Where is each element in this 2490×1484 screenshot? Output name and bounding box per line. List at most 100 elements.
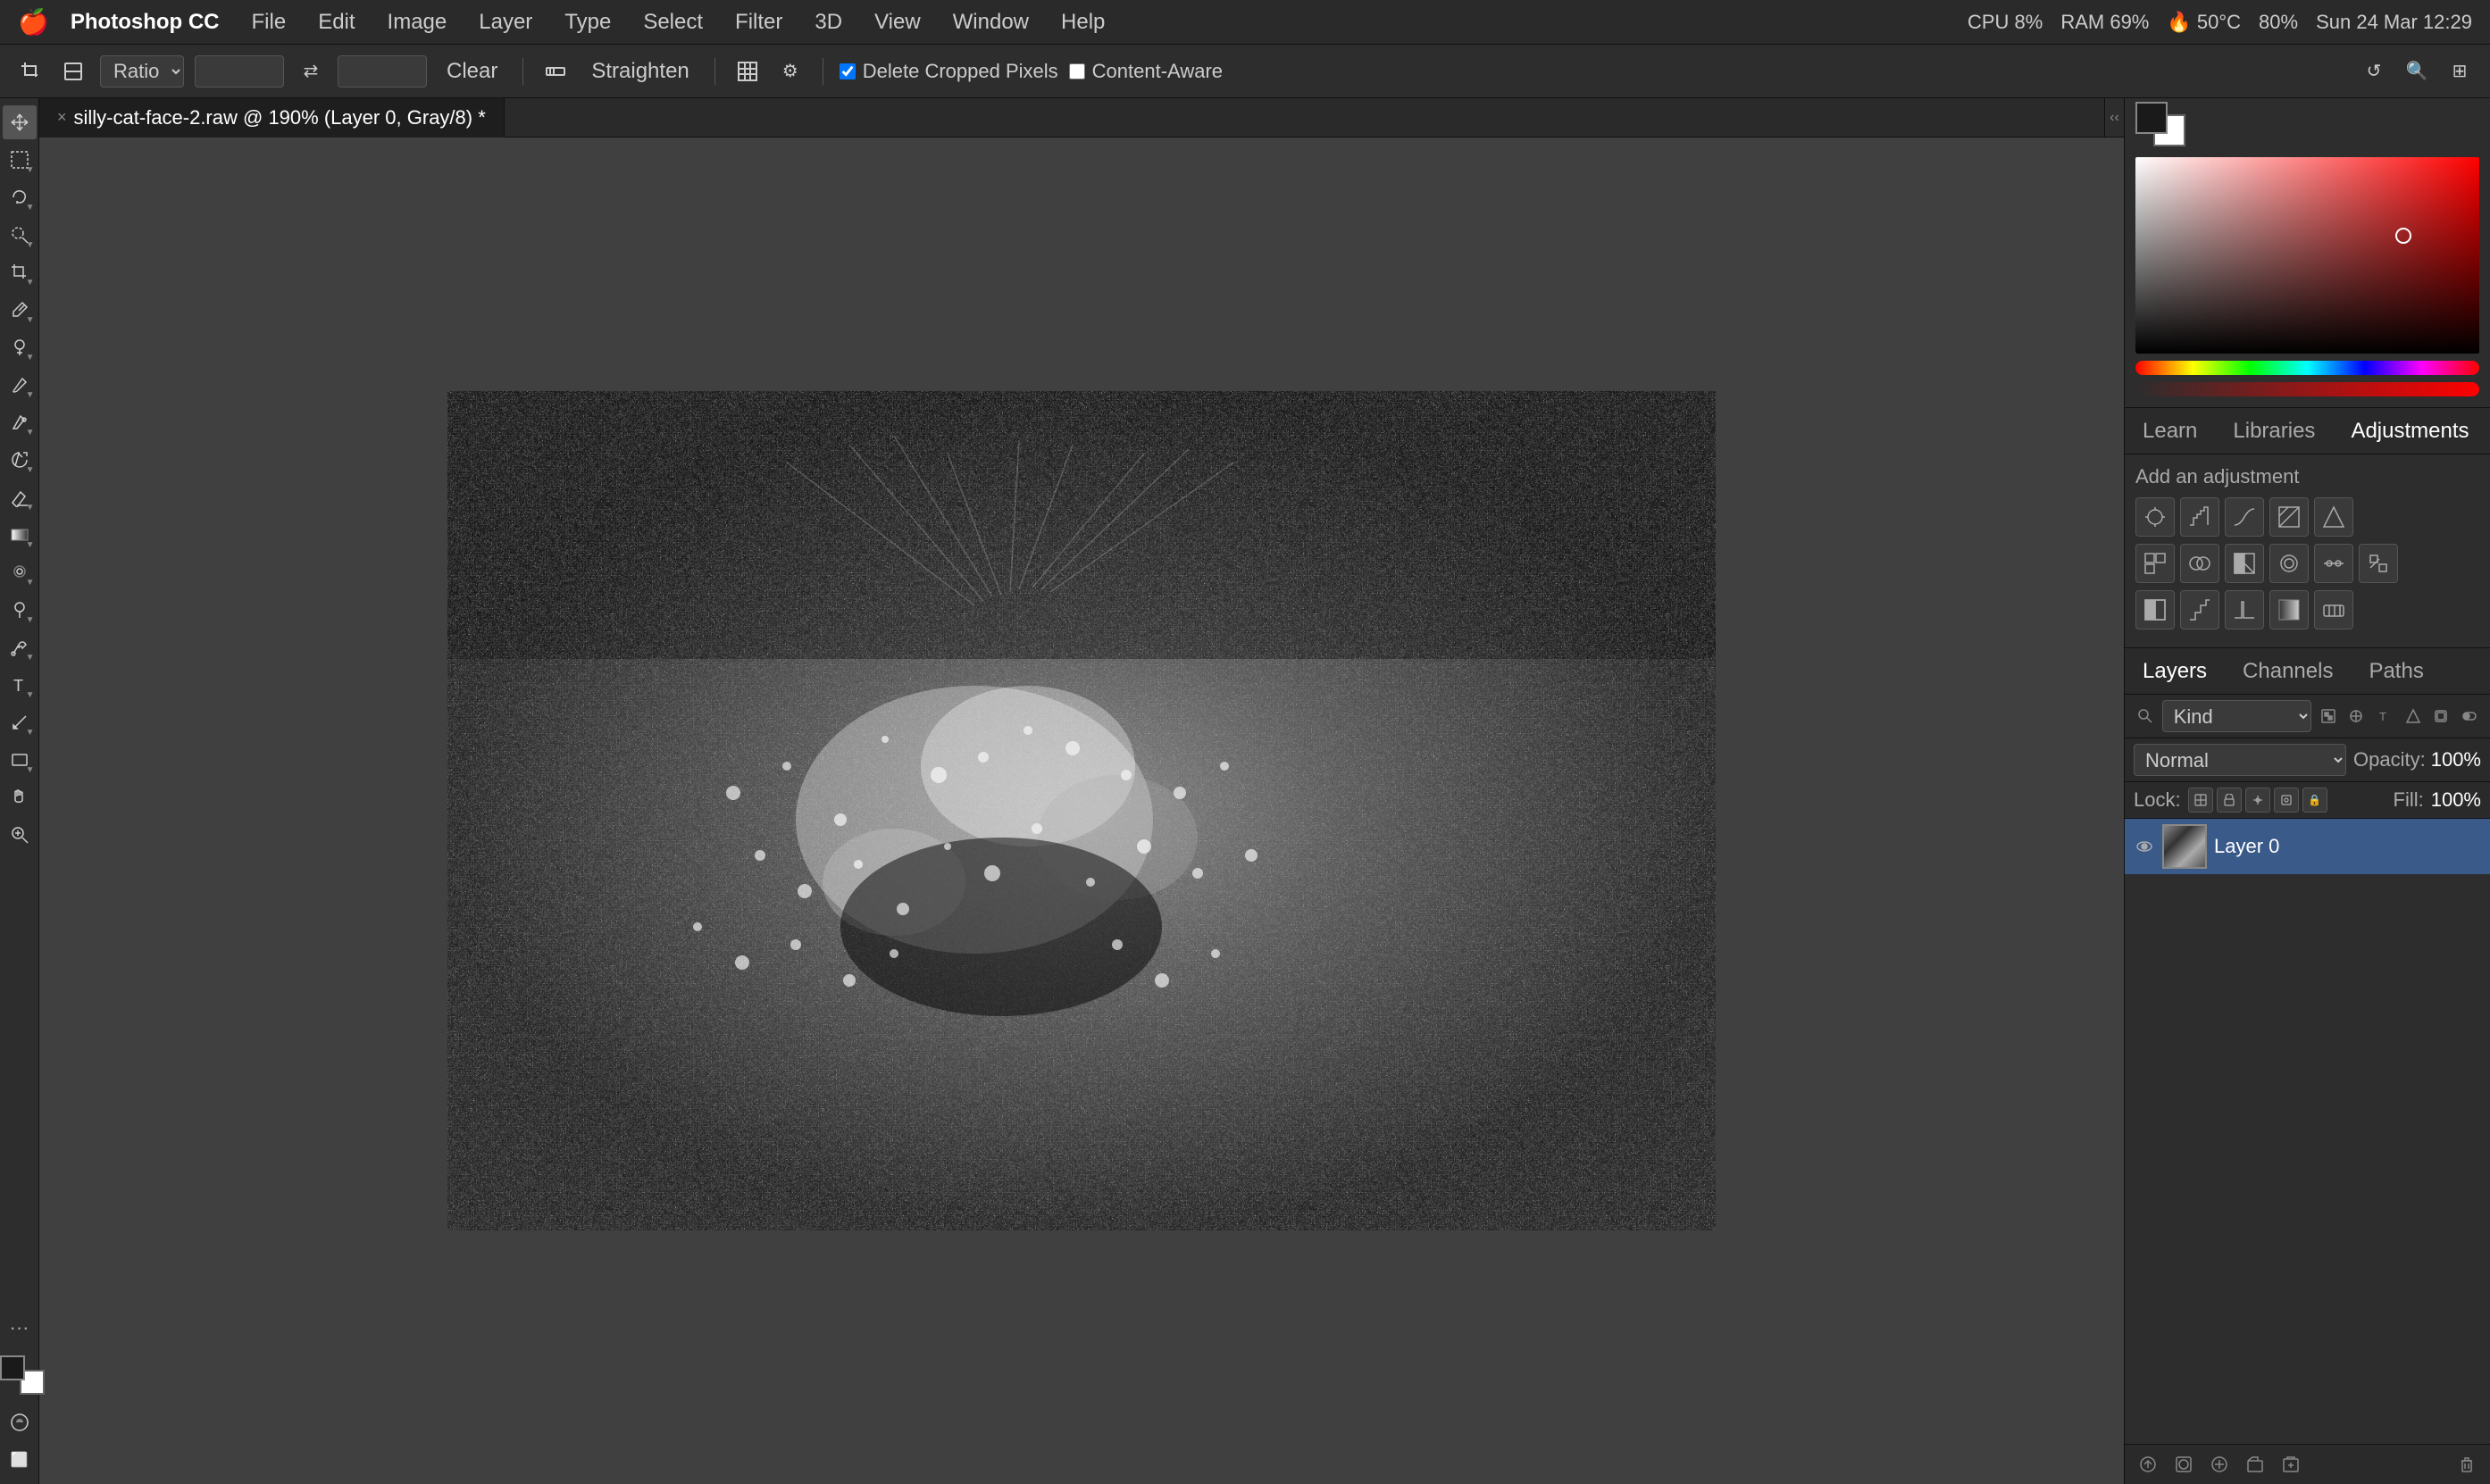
swap-dimensions-icon[interactable]: ⇄ [295, 55, 327, 88]
aspect-ratio-icon[interactable] [57, 55, 89, 88]
menu-window[interactable]: Window [939, 6, 1043, 38]
fg-bg-color-swatch[interactable] [0, 1355, 45, 1395]
panel-collapse-button[interactable]: ‹‹ [2104, 98, 2124, 138]
menu-type[interactable]: Type [550, 6, 625, 38]
add-group-icon[interactable] [2241, 1450, 2269, 1479]
alpha-slider[interactable] [2135, 382, 2479, 396]
quick-selection-tool[interactable]: ▼ [3, 218, 37, 252]
filter-text-icon[interactable]: T [2373, 702, 2396, 730]
straighten-button[interactable]: Straighten [582, 55, 698, 88]
straighten-icon[interactable] [539, 55, 572, 88]
selective-color-icon[interactable] [2314, 590, 2353, 629]
menu-file[interactable]: File [238, 6, 301, 38]
delete-layer-icon[interactable] [2452, 1450, 2481, 1479]
add-mask-icon[interactable] [2169, 1450, 2198, 1479]
menu-filter[interactable]: Filter [721, 6, 797, 38]
eyedropper-tool[interactable]: ▼ [3, 293, 37, 327]
brightness-contrast-icon[interactable] [2135, 497, 2175, 537]
lock-transparent-pixels-icon[interactable] [2188, 788, 2213, 813]
threshold-icon[interactable] [2225, 590, 2264, 629]
height-input[interactable] [338, 55, 427, 88]
levels-icon[interactable] [2180, 497, 2219, 537]
tab-channels[interactable]: Channels [2225, 654, 2351, 689]
invert-icon[interactable] [2135, 590, 2175, 629]
history-state-icon[interactable]: ↺ [2358, 55, 2390, 88]
filter-enable-toggle[interactable] [2458, 702, 2481, 730]
move-tool[interactable] [3, 105, 37, 139]
exposure-icon[interactable] [2269, 497, 2309, 537]
opacity-value[interactable]: 100% [2431, 748, 2481, 771]
tab-layers[interactable]: Layers [2125, 654, 2225, 689]
clone-stamp-tool[interactable]: ▼ [3, 405, 37, 439]
tab-adjustments[interactable]: Adjustments [2333, 413, 2486, 449]
curves-icon[interactable] [2225, 497, 2264, 537]
hsl-icon[interactable] [2135, 544, 2175, 583]
rectangle-tool[interactable]: ▼ [3, 743, 37, 777]
grid-overlay-icon[interactable] [731, 55, 764, 88]
width-input[interactable] [195, 55, 284, 88]
menu-help[interactable]: Help [1047, 6, 1119, 38]
lock-position-icon[interactable] [2245, 788, 2270, 813]
filter-pixel-icon[interactable] [2317, 702, 2340, 730]
blend-mode-select[interactable]: Normal Dissolve Multiply Screen Overlay … [2134, 744, 2346, 776]
workspace-layout-icon[interactable]: ⊞ [2444, 55, 2476, 88]
table-row[interactable]: Layer 0 [2125, 819, 2490, 874]
history-brush-tool[interactable]: ▼ [3, 443, 37, 477]
zoom-tool[interactable] [3, 818, 37, 852]
blur-tool[interactable]: ▼ [3, 555, 37, 589]
filter-shape-icon[interactable] [2402, 702, 2425, 730]
color-lookup-icon[interactable] [2359, 544, 2398, 583]
menu-layer[interactable]: Layer [464, 6, 547, 38]
channel-mixer-icon[interactable] [2314, 544, 2353, 583]
lock-artboard-icon[interactable] [2274, 788, 2299, 813]
hand-tool[interactable] [3, 780, 37, 814]
layer-visibility-toggle[interactable] [2134, 836, 2155, 857]
menu-edit[interactable]: Edit [304, 6, 369, 38]
hue-slider[interactable] [2135, 361, 2479, 375]
layers-filter-select[interactable]: Kind Name Effect Mode Attribute Color Sm… [2162, 700, 2311, 732]
eraser-tool[interactable]: ▼ [3, 480, 37, 514]
apple-menu[interactable]: 🍎 [18, 7, 49, 37]
menu-select[interactable]: Select [629, 6, 717, 38]
tab-libraries[interactable]: Libraries [2215, 413, 2333, 449]
color-balance-icon[interactable] [2180, 544, 2219, 583]
ratio-select[interactable]: Ratio 1:1 4:3 16:9 [100, 55, 184, 88]
filter-smart-object-icon[interactable] [2430, 702, 2453, 730]
lock-all-icon[interactable]: 🔒 [2302, 788, 2327, 813]
type-tool[interactable]: T ▼ [3, 668, 37, 702]
gradient-tool[interactable]: ▼ [3, 518, 37, 552]
brush-tool[interactable]: ▼ [3, 368, 37, 402]
add-adjustment-icon[interactable] [2205, 1450, 2234, 1479]
tab-close-icon[interactable]: × [57, 108, 67, 127]
lock-image-pixels-icon[interactable] [2217, 788, 2242, 813]
crop-tool-icon[interactable] [14, 55, 46, 88]
clear-button[interactable]: Clear [438, 55, 506, 88]
document-tab[interactable]: × silly-cat-face-2.raw @ 190% (Layer 0, … [39, 98, 505, 138]
path-selection-tool[interactable]: ▼ [3, 705, 37, 739]
filter-adjustment-icon[interactable] [2344, 702, 2368, 730]
bw-icon[interactable] [2225, 544, 2264, 583]
dodge-tool[interactable]: ▼ [3, 593, 37, 627]
foreground-color-box[interactable] [2135, 102, 2168, 134]
quick-mask-mode[interactable] [3, 1405, 37, 1439]
extras-button[interactable]: ··· [3, 1311, 37, 1345]
search-icon[interactable]: 🔍 [2401, 55, 2433, 88]
tab-paths[interactable]: Paths [2351, 654, 2441, 689]
healing-brush-tool[interactable]: ▼ [3, 330, 37, 364]
add-layer-style-icon[interactable] [2134, 1450, 2162, 1479]
tab-learn[interactable]: Learn [2125, 413, 2215, 449]
delete-cropped-checkbox[interactable] [840, 63, 856, 79]
photo-filter-icon[interactable] [2269, 544, 2309, 583]
menu-view[interactable]: View [860, 6, 935, 38]
lasso-tool[interactable]: ▼ [3, 180, 37, 214]
gradient-map-icon[interactable] [2269, 590, 2309, 629]
add-layer-icon[interactable] [2277, 1450, 2305, 1479]
posterize-icon[interactable] [2180, 590, 2219, 629]
pen-tool[interactable]: ▼ [3, 630, 37, 664]
vibrance-icon[interactable] [2314, 497, 2353, 537]
fill-value[interactable]: 100% [2431, 788, 2481, 812]
menu-image[interactable]: Image [373, 6, 462, 38]
content-aware-checkbox[interactable] [1069, 63, 1085, 79]
rectangular-marquee-tool[interactable]: ▼ [3, 143, 37, 177]
menu-3d[interactable]: 3D [800, 6, 856, 38]
